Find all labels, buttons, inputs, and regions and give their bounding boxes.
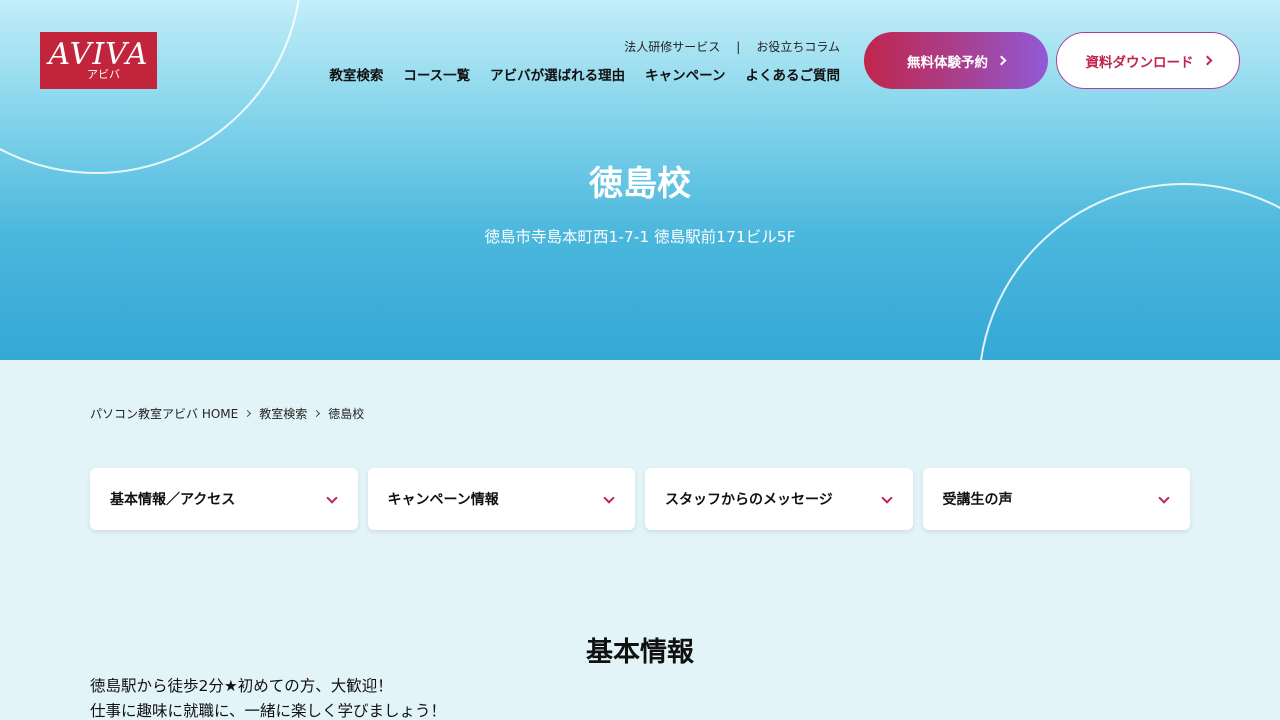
intro-line: 徳島駅から徒歩2分★初めての方、大歓迎！ [90, 677, 393, 695]
tab-label: 受講生の声 [942, 492, 1013, 508]
breadcrumb: パソコン教室アビバ HOME 教室検索 徳島校 [90, 405, 364, 422]
tab-label: スタッフからのメッセージ [665, 492, 833, 508]
sub-navigation: 法人研修サービス | お役立ちコラム [624, 38, 840, 55]
tab-student-voices[interactable]: 受講生の声 [922, 468, 1190, 530]
chevron-right-icon [996, 55, 1007, 66]
chevron-right-icon [244, 409, 252, 418]
intro-line: 仕事に趣味に就職に、一緒に楽しく学びましょう！ [90, 702, 447, 720]
tab-basic-info-access[interactable]: 基本情報／アクセス [90, 468, 358, 530]
free-trial-button[interactable]: 無料体験予約 [864, 32, 1048, 89]
logo-text: AVIVA [48, 36, 149, 72]
download-materials-label: 資料ダウンロード [1085, 54, 1194, 71]
nav-reasons[interactable]: アビバが選ばれる理由 [490, 64, 625, 84]
section-title: 基本情報 [586, 637, 694, 668]
column-link[interactable]: お役立ちコラム [756, 38, 840, 55]
breadcrumb-home[interactable]: パソコン教室アビバ HOME [90, 405, 238, 422]
section-tabs: 基本情報／アクセス キャンペーン情報 スタッフからのメッセージ 受講生の声 [90, 468, 1190, 530]
download-materials-button[interactable]: 資料ダウンロード [1056, 32, 1240, 89]
chevron-right-icon [1202, 55, 1212, 66]
subnav-separator: | [736, 39, 741, 54]
page-title: 徳島校 [589, 164, 691, 204]
decorative-circle [978, 183, 1280, 360]
nav-campaign[interactable]: キャンペーン [645, 64, 725, 84]
chevron-down-icon [880, 491, 893, 504]
chevron-down-icon [603, 491, 615, 504]
corporate-training-link[interactable]: 法人研修サービス [624, 38, 720, 55]
nav-faq[interactable]: よくあるご質問 [746, 64, 841, 84]
school-address: 徳島市寺島本町西1-7-1 徳島駅前171ビル5F [484, 228, 796, 246]
tab-label: 基本情報／アクセス [110, 492, 236, 508]
main-navigation: 教室検索 コース一覧 アビバが選ばれる理由 キャンペーン よくあるご質問 [329, 64, 840, 84]
intro-text: 徳島駅から徒歩2分★初めての方、大歓迎！ 仕事に趣味に就職に、一緒に楽しく学びま… [90, 674, 446, 720]
breadcrumb-current: 徳島校 [328, 407, 365, 421]
nav-school-search[interactable]: 教室検索 [329, 64, 383, 84]
logo-subtext: アビバ [87, 67, 120, 81]
breadcrumb-school-search[interactable]: 教室検索 [259, 405, 307, 422]
tab-label: キャンペーン情報 [387, 492, 499, 508]
free-trial-label: 無料体験予約 [907, 54, 988, 71]
nav-course-list[interactable]: コース一覧 [403, 64, 470, 84]
tab-staff-message[interactable]: スタッフからのメッセージ [645, 468, 913, 530]
chevron-right-icon [313, 409, 321, 418]
chevron-down-icon [325, 491, 338, 504]
tab-campaign-info[interactable]: キャンペーン情報 [367, 468, 635, 530]
chevron-down-icon [1158, 491, 1170, 504]
aviva-logo[interactable]: AVIVA アビバ [40, 32, 157, 89]
